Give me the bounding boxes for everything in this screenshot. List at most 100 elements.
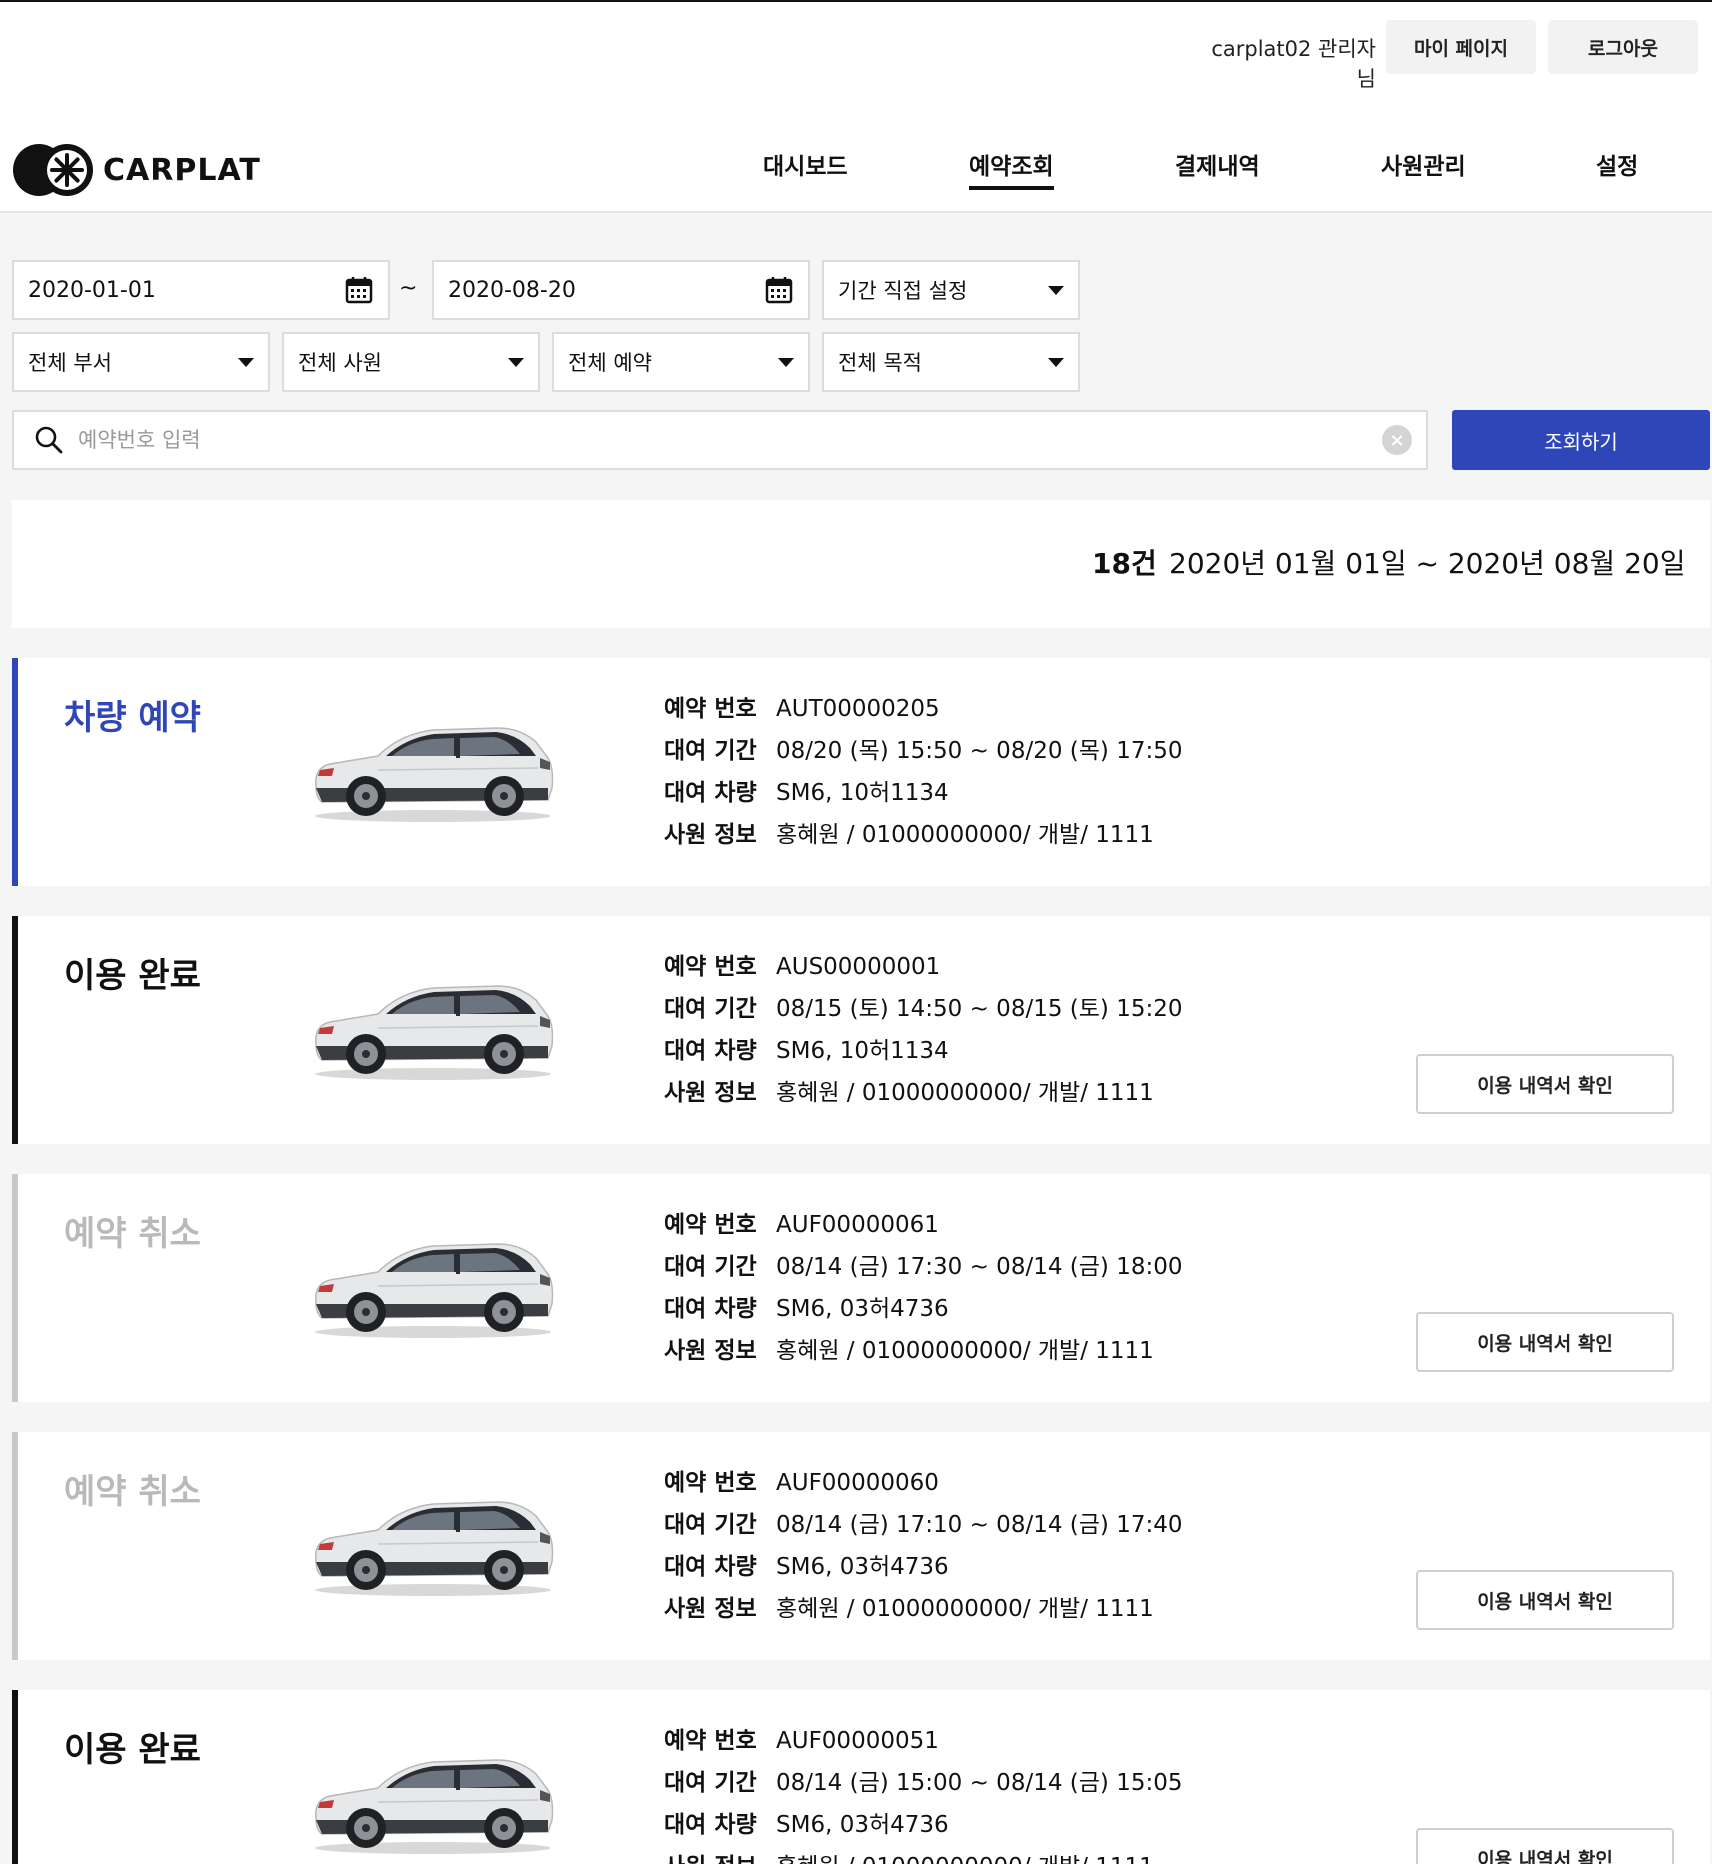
department-select[interactable]: 전체 부서 — [12, 332, 270, 392]
rental-period-row: 대여 기간 08/14 (금) 15:00 ~ 08/14 (금) 15:05 — [664, 1762, 1182, 1804]
reservation-card[interactable]: 예약 취소 예약 번호 AUF00000060 대여 기간 08/14 (금) 17:… — [12, 1432, 1710, 1660]
purpose-select[interactable]: 전체 목적 — [822, 332, 1080, 392]
reservation-info: 예약 번호 AUF00000051 대여 기간 08/14 (금) 15:00 ~ 0… — [664, 1720, 1182, 1864]
rental-period-label: 대여 기간 — [664, 738, 757, 764]
rental-vehicle-label: 대여 차량 — [664, 1296, 757, 1322]
reservation-card[interactable]: 이용 완료 예약 번호 AUS00000001 대여 기간 08/15 (토) 14:… — [12, 916, 1710, 1144]
reservation-card[interactable]: 이용 완료 예약 번호 AUF00000051 대여 기간 08/14 (금) 15:… — [12, 1690, 1710, 1864]
logo[interactable]: CARPLAT — [13, 142, 261, 198]
employee-info-row: 사원 정보홍혜원 / 01000000000/ 개발/ 1111 — [664, 1846, 1182, 1864]
logo-text: CARPLAT — [103, 152, 261, 188]
mypage-button[interactable]: 마이 페이지 — [1386, 20, 1536, 74]
reservation-select[interactable]: 전체 예약 — [552, 332, 810, 392]
rental-period-label: 대여 기간 — [664, 1254, 757, 1280]
employee-info-row: 사원 정보 홍혜원 / 01000000000/ 개발/ 1111 — [664, 1072, 1182, 1114]
rental-vehicle-value: SM6, 03허4736 — [776, 1554, 949, 1580]
calendar-icon[interactable] — [764, 275, 794, 305]
reservation-status: 차량 예약 — [64, 698, 201, 738]
search-bar: × — [12, 410, 1428, 470]
reservation-status: 예약 취소 — [64, 1472, 201, 1512]
result-summary: 18건 2020년 01월 01일 ~ 2020년 08월 20일 — [12, 500, 1710, 628]
nav-dashboard[interactable]: 대시보드 — [763, 150, 848, 184]
nav-payments[interactable]: 결제내역 — [1175, 150, 1260, 184]
rental-vehicle-value: SM6, 10허1134 — [776, 780, 949, 806]
employee-info-label: 사원 정보 — [664, 1846, 776, 1864]
reservation-info: 예약 번호 AUT00000205 대여 기간 08/20 (목) 15:50 ~ 0… — [664, 688, 1182, 856]
employee-info-row: 사원 정보홍혜원 / 01000000000/ 개발/ 1111 — [664, 1330, 1182, 1372]
clear-icon[interactable]: × — [1382, 425, 1412, 455]
reservation-card[interactable]: 예약 취소 예약 번호 AUF00000061 대여 기간 08/14 (금) 17:… — [12, 1174, 1710, 1402]
car-image — [315, 985, 554, 1080]
reservation-number-value: AUS00000001 — [776, 954, 941, 980]
start-date-field[interactable]: 2020-01-01 — [12, 260, 390, 320]
employee-info-row: 사원 정보 홍혜원 / 01000000000/ 개발/ 1111 — [664, 814, 1182, 856]
rental-vehicle-row: 대여 차량 SM6, 03허4736 — [664, 1804, 1182, 1846]
usage-statement-button[interactable]: 이용 내역서 확인 — [1416, 1054, 1674, 1114]
employee-info-label: 사원 정보 — [664, 822, 757, 848]
rental-vehicle-value: SM6, 10허1134 — [776, 1038, 949, 1064]
caret-down-icon — [778, 357, 794, 367]
car-image — [315, 727, 554, 822]
reservation-info: 예약 번호 AUF00000061 대여 기간 08/14 (금) 17:30 ~ 0… — [664, 1204, 1182, 1372]
reservation-number-label: 예약 번호 — [664, 696, 757, 722]
reservation-status: 이용 완료 — [64, 1730, 201, 1770]
employee-info-value: 홍혜원 / 01000000000/ 개발/ 1111 — [776, 822, 1154, 848]
rental-period-label: 대여 기간 — [664, 1512, 757, 1538]
reservation-number-row: 예약 번호 AUF00000060 — [664, 1462, 1182, 1504]
reservation-number-value: AUF00000060 — [776, 1470, 939, 1496]
user-greeting: carplat02 관리자 님 — [1211, 37, 1376, 91]
car-image — [315, 1243, 554, 1338]
employee-info-label: 사원 정보 — [664, 1338, 757, 1364]
result-date-range: 2020년 01월 01일 ~ 2020년 08월 20일 — [1169, 547, 1686, 580]
reservation-status: 이용 완료 — [64, 956, 201, 996]
rental-vehicle-row: 대여 차량 SM6, 10허1134 — [664, 772, 1182, 814]
reservation-card[interactable]: 차량 예약 예약 번호 AUT00000205 대여 기간 08/20 (목) 15:… — [12, 658, 1710, 886]
reservation-select-value: 전체 예약 — [568, 351, 652, 375]
rental-period-label: 대여 기간 — [664, 996, 757, 1022]
rental-period-row: 대여 기간 08/14 (금) 17:30 ~ 08/14 (금) 18:00 — [664, 1246, 1182, 1288]
reservation-number-row: 예약 번호 AUF00000051 — [664, 1720, 1182, 1762]
search-icon — [35, 426, 63, 454]
caret-down-icon — [508, 357, 524, 367]
employee-info-label: 사원 정보 — [664, 1080, 757, 1106]
employee-info-row: 사원 정보 홍혜원 / 01000000000/ 개발/ 1111 — [664, 1588, 1182, 1630]
employee-info-value: 홍혜원 / 01000000000/ 개발/ 1111 — [776, 1596, 1154, 1622]
car-image — [315, 1501, 554, 1596]
end-date-field[interactable]: 2020-08-20 — [432, 260, 810, 320]
nav-employees[interactable]: 사원관리 — [1381, 150, 1466, 184]
caret-down-icon — [1048, 357, 1064, 367]
header: carplat02 관리자 님 마이 페이지 로그아웃 CARPLAT 대시보드… — [0, 2, 1712, 213]
employee-info-label: 사원 정보 — [664, 1596, 757, 1622]
usage-statement-button[interactable]: 이용 내역서 확인 — [1416, 1570, 1674, 1630]
employee-select[interactable]: 전체 사원 — [282, 332, 540, 392]
reservation-number-value: AUF00000061 — [776, 1212, 939, 1238]
rental-vehicle-row: 대여 차량 SM6, 03허4736 — [664, 1288, 1182, 1330]
rental-period-row: 대여 기간 08/20 (목) 15:50 ~ 08/20 (목) 17:50 — [664, 730, 1182, 772]
usage-statement-button[interactable]: 이용 내역서 확인 — [1416, 1312, 1674, 1372]
rental-period-value: 08/20 (목) 15:50 ~ 08/20 (목) 17:50 — [776, 738, 1183, 764]
reservation-number-row: 예약 번호 AUS00000001 — [664, 946, 1182, 988]
nav-reservations[interactable]: 예약조회 — [969, 150, 1054, 190]
search-submit-button[interactable]: 조회하기 — [1452, 410, 1710, 470]
calendar-icon[interactable] — [344, 275, 374, 305]
reservation-number-label: 예약 번호 — [664, 1470, 757, 1496]
reservation-info: 예약 번호 AUS00000001 대여 기간 08/15 (토) 14:50 ~ 0… — [664, 946, 1182, 1114]
employee-info-value: 홍혜원 / 01000000000/ 개발/ 1111 — [776, 1846, 1154, 1864]
reservation-number-value: AUF00000051 — [776, 1728, 939, 1754]
department-select-value: 전체 부서 — [28, 351, 112, 375]
logo-icon — [13, 144, 93, 196]
reservation-number-input[interactable] — [78, 428, 1382, 452]
purpose-select-value: 전체 목적 — [838, 351, 922, 375]
reservation-number-row: 예약 번호 AUT00000205 — [664, 688, 1182, 730]
employee-info-value: 홍혜원 / 01000000000/ 개발/ 1111 — [776, 1080, 1154, 1106]
reservation-number-label: 예약 번호 — [664, 1212, 757, 1238]
reservation-info: 예약 번호 AUF00000060 대여 기간 08/14 (금) 17:10 ~ 0… — [664, 1462, 1182, 1630]
rental-vehicle-value: SM6, 03허4736 — [776, 1812, 949, 1838]
rental-period-label: 대여 기간 — [664, 1770, 757, 1796]
period-select[interactable]: 기간 직접 설정 — [822, 260, 1080, 320]
rental-vehicle-value: SM6, 03허4736 — [776, 1296, 949, 1322]
car-image — [315, 1759, 554, 1854]
nav-settings[interactable]: 설정 — [1596, 150, 1638, 184]
logout-button[interactable]: 로그아웃 — [1548, 20, 1698, 74]
usage-statement-button[interactable]: 이용 내역서 확인 — [1416, 1828, 1674, 1864]
